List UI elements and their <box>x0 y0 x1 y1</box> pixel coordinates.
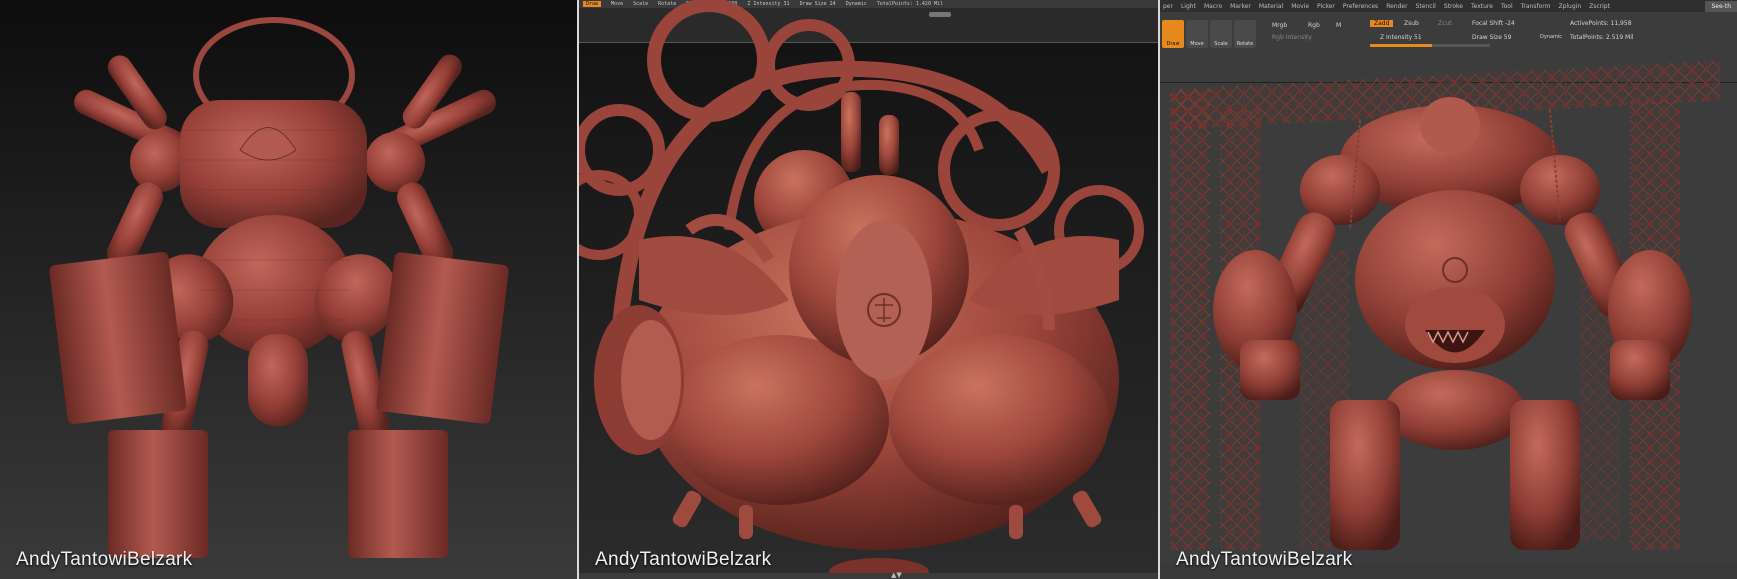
bottom-scrollbar[interactable]: ▲▼ <box>579 571 1158 579</box>
base-mesh-robot-render <box>49 17 509 558</box>
detail-sculpt-render <box>579 0 1144 579</box>
watermark: AndyTantowiBelzark <box>1176 549 1353 570</box>
full-robot-scene-render <box>1160 60 1737 563</box>
collapse-arrow-icon[interactable]: ▲▼ <box>891 571 902 579</box>
viewport-base-mesh: AndyTantowiBelzark <box>0 0 577 579</box>
viewport-detail-sculpt: Draw Move Scale Rotate Rgb Intensity 100… <box>579 0 1158 579</box>
viewport-full-scene: per Light Macro Marker Material Movie Pi… <box>1160 0 1737 579</box>
watermark: AndyTantowiBelzark <box>16 549 193 570</box>
watermark: AndyTantowiBelzark <box>595 549 772 570</box>
